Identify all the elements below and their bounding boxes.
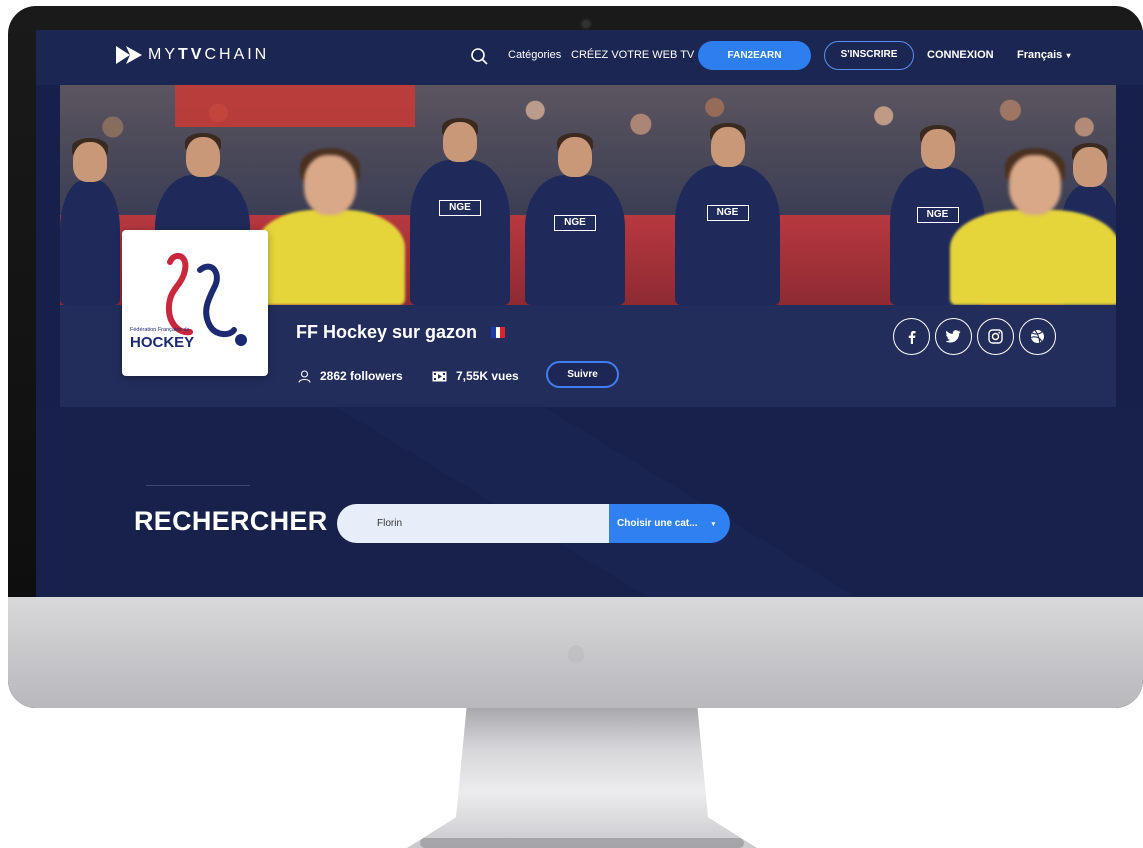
search-title: RECHERCHER — [134, 506, 328, 536]
caret-down-icon: ▾ — [711, 520, 716, 528]
stand-shadow — [420, 838, 744, 848]
spectator-figure — [255, 148, 405, 305]
spectator-figure — [950, 148, 1116, 305]
user-icon — [298, 369, 311, 383]
channel-name: FF Hockey sur gazon — [296, 322, 478, 342]
logo-text: MYTVCHAIN — [148, 46, 270, 63]
caret-down-icon: ▾ — [1064, 51, 1071, 60]
login-link[interactable]: CONNEXION — [927, 49, 994, 61]
language-select[interactable]: Français ▾ — [1017, 49, 1071, 61]
twitter-icon[interactable] — [935, 318, 972, 355]
player-figure: NGE — [410, 118, 510, 305]
club-logo: Fédération Française de HOCKEY — [122, 230, 268, 376]
follow-button[interactable]: Suivre — [546, 361, 619, 388]
hockey-logo-icon: Fédération Française de HOCKEY — [130, 252, 247, 351]
views-count: 7,55K vues — [456, 369, 519, 383]
play-chain-icon — [116, 46, 142, 64]
search-icon[interactable] — [470, 47, 490, 67]
apple-logo-icon — [568, 645, 584, 663]
followers-stat: 2862 followers — [298, 369, 403, 383]
france-flag-icon — [491, 327, 506, 338]
club-logo-line2: HOCKEY — [130, 334, 194, 351]
fan2earn-button[interactable]: FAN2EARN — [698, 41, 811, 70]
channel-title: FF Hockey sur gazon — [296, 322, 506, 343]
screen: MYTVCHAIN Catégories CRÉEZ VOTRE WEB TV … — [36, 30, 1143, 597]
camera-icon — [582, 20, 590, 28]
facebook-icon[interactable] — [893, 318, 930, 355]
site-logo[interactable]: MYTVCHAIN — [116, 44, 269, 66]
instagram-icon[interactable] — [977, 318, 1014, 355]
nav-categories[interactable]: Catégories — [508, 49, 561, 61]
search-bar: Choisir une cat... ▾ — [337, 504, 730, 543]
monitor-stand — [407, 708, 757, 848]
social-links — [893, 318, 1056, 355]
followers-count: 2862 followers — [320, 369, 403, 383]
search-section — [36, 407, 1143, 597]
monitor-frame: MYTVCHAIN Catégories CRÉEZ VOTRE WEB TV … — [8, 6, 1143, 708]
category-select-label: Choisir une cat... — [617, 518, 698, 529]
navbar: MYTVCHAIN Catégories CRÉEZ VOTRE WEB TV … — [36, 30, 1143, 85]
player-figure — [60, 138, 120, 305]
advert-board — [175, 85, 415, 127]
player-figure: NGE — [525, 133, 625, 305]
search-input[interactable] — [337, 504, 609, 543]
nav-create-web-tv[interactable]: CRÉEZ VOTRE WEB TV — [571, 49, 694, 61]
monitor-chin — [8, 597, 1143, 708]
club-logo-line1: Fédération Française de — [130, 327, 190, 333]
divider — [146, 485, 250, 486]
player-figure: NGE — [675, 123, 780, 305]
dribbble-icon[interactable] — [1019, 318, 1056, 355]
decorative-shape — [336, 407, 856, 597]
film-icon — [432, 371, 447, 381]
views-stat: 7,55K vues — [432, 369, 519, 383]
category-select[interactable]: Choisir une cat... ▾ — [609, 504, 730, 543]
signup-button[interactable]: S'INSCRIRE — [824, 41, 914, 70]
